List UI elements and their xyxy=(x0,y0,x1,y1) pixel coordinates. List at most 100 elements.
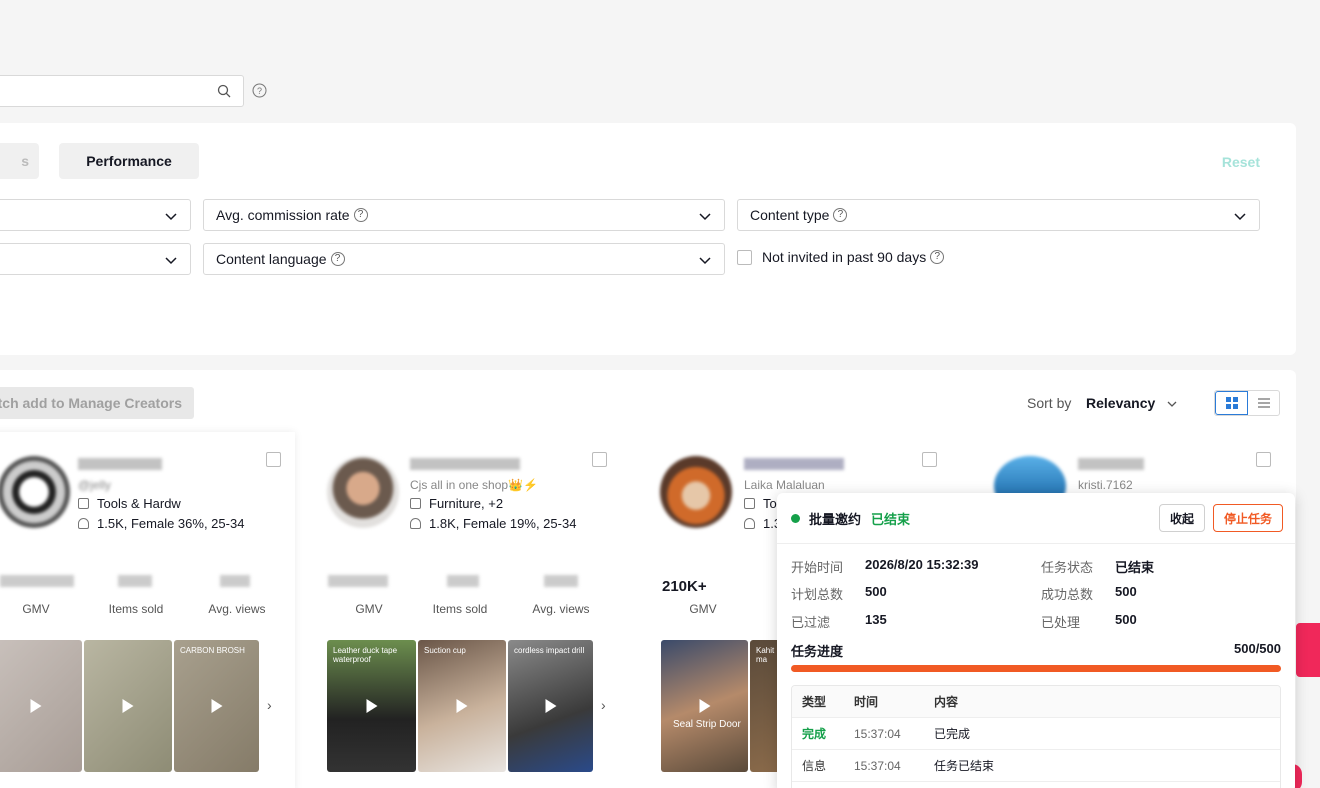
video-thumbnail[interactable]: Leather duck tape waterproof xyxy=(327,640,416,772)
content-type-dropdown[interactable]: Content type? xyxy=(737,199,1260,231)
audience-text: 1.8K, Female 19%, 25-34 xyxy=(429,516,577,531)
chevron-down-icon xyxy=(1233,209,1247,226)
reset-link[interactable]: Reset xyxy=(1222,154,1260,170)
popup-header: 批量邀约 已结束 xyxy=(791,509,910,528)
content-language-dropdown[interactable]: Content language? xyxy=(203,243,725,275)
chevron-down-icon xyxy=(698,209,712,226)
video-thumbnail[interactable] xyxy=(84,640,172,772)
video-thumbnail[interactable] xyxy=(0,640,82,772)
items-sold-value xyxy=(118,575,152,587)
creator-name[interactable] xyxy=(410,458,520,470)
tab-demographics[interactable]: s xyxy=(0,143,39,179)
creator-card[interactable]: @jelly Tools & Hardw 1.5K, Female 36%, 2… xyxy=(0,432,295,788)
thumbnail-caption: CARBON BROSH xyxy=(180,646,245,655)
play-icon xyxy=(699,699,710,713)
creator-name[interactable] xyxy=(744,458,844,470)
help-icon[interactable]: ? xyxy=(353,208,368,222)
not-invited-filter[interactable]: Not invited in past 90 days? xyxy=(737,249,945,265)
sort-select[interactable]: Relevancy xyxy=(1086,395,1155,411)
video-thumbnail[interactable]: CARBON BROSH xyxy=(174,640,259,772)
log-content: 任务已结束 xyxy=(934,759,995,773)
grid-view-icon[interactable] xyxy=(1215,391,1248,415)
audience-line: 1.8K, Female 19%, 25-34 xyxy=(410,516,576,531)
thumbnail-caption: Leather duck tape waterproof xyxy=(333,646,398,664)
video-thumbnail[interactable]: Suction cup xyxy=(418,640,506,772)
creator-handle: kristi.7162 xyxy=(1078,478,1133,492)
items-sold-value xyxy=(447,575,479,587)
creator-name[interactable] xyxy=(1078,458,1144,470)
filter-dropdown-1[interactable] xyxy=(0,199,191,231)
help-icon[interactable]: ? xyxy=(330,252,345,266)
processed-value: 500 xyxy=(1115,612,1137,627)
tab-label: s xyxy=(21,153,29,169)
gmv-value xyxy=(328,575,388,587)
thumbnail-caption: Suction cup xyxy=(424,646,466,655)
gmv-label: GMV xyxy=(689,602,717,616)
not-invited-checkbox[interactable] xyxy=(737,249,752,265)
card-checkbox[interactable] xyxy=(1256,452,1271,467)
shop-icon xyxy=(78,498,89,509)
category-text: Tools & Hardw xyxy=(97,496,181,511)
progress-label: 任务进度 xyxy=(791,644,844,659)
category-line: To xyxy=(744,496,777,511)
stop-task-button[interactable]: 停止任务 xyxy=(1213,504,1283,532)
chevron-down-icon[interactable] xyxy=(1166,397,1178,415)
help-icon[interactable]: ? xyxy=(930,250,945,264)
card-checkbox[interactable] xyxy=(592,452,607,467)
planned-total-value: 500 xyxy=(865,584,887,599)
play-icon xyxy=(366,699,377,713)
search-icon[interactable] xyxy=(217,84,231,103)
video-thumbnail[interactable]: Seal Strip Door xyxy=(661,640,748,772)
dropdown-label: Content language xyxy=(216,251,327,267)
table-header: 类型 时间 内容 xyxy=(792,686,1280,718)
filter-dropdown-4[interactable] xyxy=(0,243,191,275)
play-icon xyxy=(30,699,42,713)
thumbnail-caption: Seal Strip Door xyxy=(673,719,741,730)
avg-commission-rate-dropdown[interactable]: Avg. commission rate? xyxy=(203,199,725,231)
status-badge: 已结束 xyxy=(871,512,911,527)
avg-views-label: Avg. views xyxy=(208,602,266,616)
gmv-value xyxy=(0,575,74,587)
creator-name[interactable] xyxy=(78,458,162,470)
tab-label: Performance xyxy=(86,153,172,169)
avatar[interactable] xyxy=(0,456,70,528)
creator-card[interactable]: Cjs all in one shop👑⚡ Furniture, +2 1.8K… xyxy=(324,432,629,788)
help-icon[interactable]: ? xyxy=(833,208,848,222)
user-icon xyxy=(78,518,89,529)
video-thumbnail[interactable]: Kahit ma xyxy=(750,640,780,772)
sort-by-label: Sort by xyxy=(1027,395,1072,411)
field-key: 任务状态 xyxy=(1041,560,1094,575)
tab-performance[interactable]: Performance xyxy=(59,143,199,179)
task-popup: 批量邀约 已结束 收起 停止任务 开始时间 2026/8/20 15:32:39… xyxy=(777,493,1295,788)
gmv-label: GMV xyxy=(355,602,383,616)
play-icon xyxy=(545,699,556,713)
dropdown-label: Content type xyxy=(750,207,830,223)
shop-icon xyxy=(744,498,755,509)
card-checkbox[interactable] xyxy=(922,452,937,467)
card-checkbox[interactable] xyxy=(266,452,281,467)
log-time: 15:37:04 xyxy=(854,726,901,741)
field-key: 计划总数 xyxy=(791,587,844,602)
help-icon[interactable]: ? xyxy=(252,83,267,103)
field-key: 已处理 xyxy=(1041,615,1081,630)
side-float-button[interactable] xyxy=(1296,623,1320,677)
log-content: 已完成 xyxy=(934,727,971,741)
creator-handle: Laika Malaluan xyxy=(744,478,825,492)
avatar[interactable] xyxy=(660,456,732,528)
avg-views-value xyxy=(544,575,578,587)
collapse-button[interactable]: 收起 xyxy=(1159,504,1205,532)
table-row: 完成 15:37:04 已完成 xyxy=(792,718,1280,750)
list-view-icon[interactable] xyxy=(1248,391,1279,415)
task-log-table: 类型 时间 内容 完成 15:37:04 已完成 信息 15:37:04 任务已… xyxy=(791,685,1281,788)
search-input[interactable] xyxy=(0,75,244,107)
start-time-value: 2026/8/20 15:32:39 xyxy=(865,557,979,572)
progress-bar xyxy=(791,665,1281,672)
chevron-right-icon[interactable]: › xyxy=(601,697,606,713)
avatar[interactable] xyxy=(327,456,399,528)
status-dot-icon xyxy=(791,514,800,523)
video-thumbnail[interactable]: cordless impact drill xyxy=(508,640,593,772)
chevron-right-icon[interactable]: › xyxy=(267,697,272,713)
batch-add-button[interactable]: tch add to Manage Creators xyxy=(0,387,194,419)
popup-title: 批量邀约 xyxy=(809,512,862,527)
creator-handle: @jelly xyxy=(78,478,111,492)
